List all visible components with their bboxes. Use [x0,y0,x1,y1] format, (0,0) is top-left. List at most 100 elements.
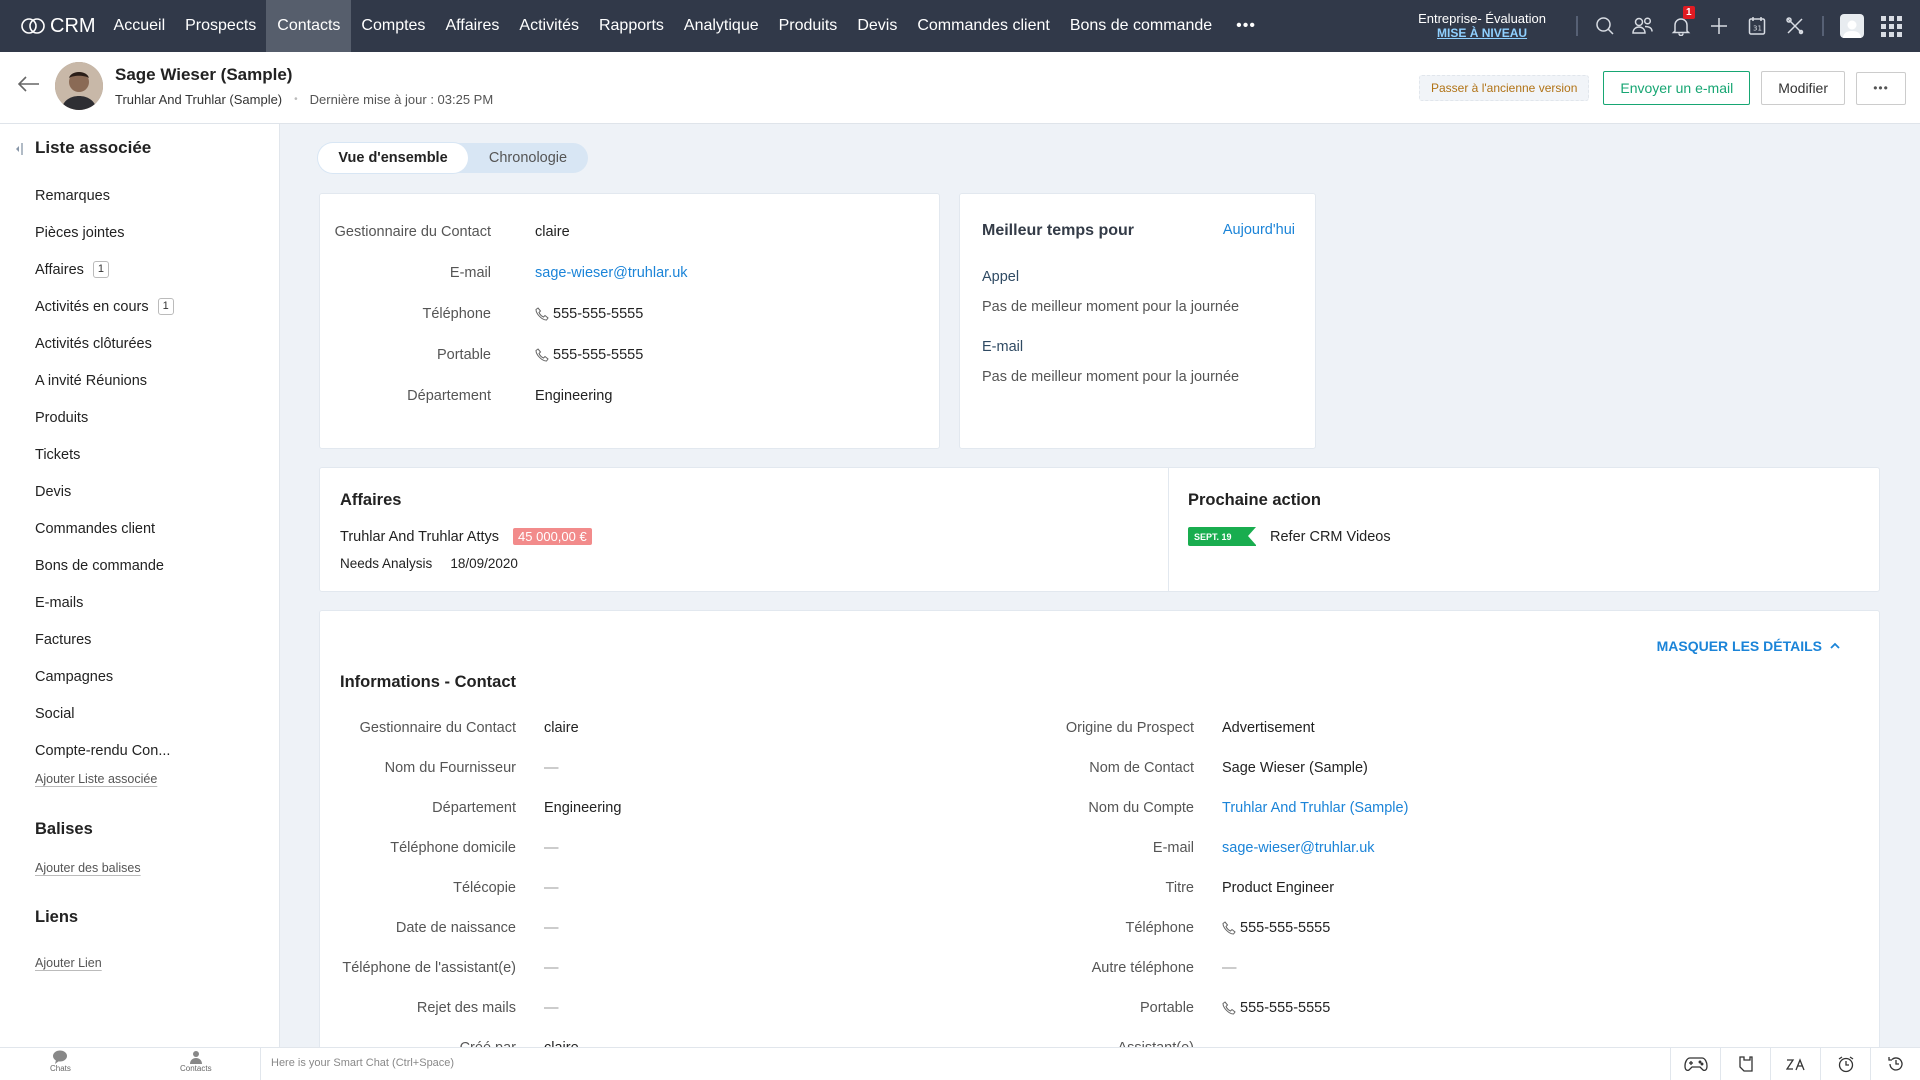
info-field: Origine du Prospect Advertisement [320,720,1315,736]
history-icon[interactable] [1870,1048,1920,1080]
account-name[interactable]: Truhlar And Truhlar (Sample) [115,92,282,107]
nav-tab-activit-s[interactable]: Activités [509,0,589,52]
sidebar-item[interactable]: Campagnes [35,658,174,695]
field-value[interactable]: sage-wieser@truhlar.uk [1222,840,1375,856]
nav-tab-bons-de-commande[interactable]: Bons de commande [1060,0,1222,52]
best-time-period-dropdown[interactable]: Aujourd'hui [1223,222,1295,238]
field-value-text[interactable]: Truhlar And Truhlar (Sample) [1222,800,1408,816]
user-avatar[interactable] [1840,14,1864,38]
sidebar-item-label: E-mails [35,594,84,611]
next-action-item[interactable]: SEPT. 19 Refer CRM Videos [1188,527,1391,546]
record-subtitle: Truhlar And Truhlar (Sample) • Dernière … [115,92,493,107]
more-modules-button[interactable]: ••• [1222,17,1270,35]
bottom-tools [1670,1048,1920,1080]
tools-icon[interactable] [1776,0,1814,52]
field-value-text: 555-555-5555 [553,347,644,363]
field-value[interactable]: 555-555-5555 [1222,1000,1330,1016]
record-title: Sage Wieser (Sample) [115,65,293,84]
sidebar-item[interactable]: Activités en cours 1 [35,288,174,325]
overview-field: Département Engineering [320,388,612,404]
field-value-text[interactable]: sage-wieser@truhlar.uk [1222,840,1375,856]
nav-tab-contacts[interactable]: Contacts [266,0,352,52]
nav-tab-commandes-client[interactable]: Commandes client [907,0,1060,52]
translate-icon[interactable] [1770,1048,1820,1080]
plus-icon[interactable] [1700,0,1738,52]
sidebar-item-label: Activités en cours [35,298,149,315]
record-header: Sage Wieser (Sample) Truhlar And Truhlar… [0,52,1920,124]
tab-timeline[interactable]: Chronologie [468,143,588,173]
phone-icon [535,307,549,321]
sidebar-item-label: Produits [35,409,89,426]
contacts-button[interactable]: Contacts [180,1050,212,1073]
contacts-icon[interactable] [1624,0,1662,52]
field-value[interactable]: Truhlar And Truhlar (Sample) [1222,800,1408,816]
field-value-text[interactable]: sage-wieser@truhlar.uk [535,265,688,281]
field-label: Téléphone [1125,920,1194,936]
add-link-link[interactable]: Ajouter Lien [35,956,102,970]
sidebar-item[interactable]: Commandes client [35,510,174,547]
switch-old-version-button[interactable]: Passer à l'ancienne version [1419,75,1590,101]
field-value[interactable]: 555-555-5555 [535,306,643,322]
nav-tab-rapports[interactable]: Rapports [589,0,674,52]
nav-tab-devis[interactable]: Devis [847,0,907,52]
deal-item[interactable]: Truhlar And Truhlar Attys 45 000,00 € [340,528,592,545]
sidebar-item[interactable]: Compte-rendu Con... [35,732,174,769]
info-field: Titre Product Engineer [320,880,1335,896]
crm-logo[interactable]: CRM [0,0,104,52]
nav-tab-analytique[interactable]: Analytique [674,0,769,52]
nav-tab-comptes[interactable]: Comptes [351,0,435,52]
upgrade-link[interactable]: MISE À NIVEAU [1418,26,1546,41]
nav-tab-produits[interactable]: Produits [769,0,848,52]
hide-details-button[interactable]: MASQUER LES DÉTAILS [1657,638,1841,654]
sidebar-item[interactable]: Factures [35,621,174,658]
sidebar-item[interactable]: Pièces jointes [35,214,174,251]
sidebar-item[interactable]: Devis [35,473,174,510]
sidebar-item[interactable]: E-mails [35,584,174,621]
gamepad-icon[interactable] [1670,1048,1720,1080]
sidebar-item[interactable]: Social [35,695,174,732]
more-actions-button[interactable]: ••• [1856,71,1906,105]
notifications-bell-icon[interactable]: 1 [1662,0,1700,52]
field-value-text: Engineering [535,388,613,404]
calendar-icon[interactable]: 31 [1738,0,1776,52]
sidebar-item-label: Remarques [35,187,110,204]
sidebar-item[interactable]: Bons de commande [35,547,174,584]
sidebar-item[interactable]: A invité Réunions [35,362,174,399]
sidebar-item[interactable]: Affaires 1 [35,251,174,288]
bottom-bar: Chats Contacts Here is your Smart Chat (… [0,1047,1920,1080]
nav-tab-accueil[interactable]: Accueil [104,0,176,52]
search-icon[interactable] [1586,0,1624,52]
call-best-time: Pas de meilleur moment pour la journée [982,299,1240,315]
smart-chat-input[interactable]: Here is your Smart Chat (Ctrl+Space) [260,1048,1680,1080]
sidebar-item[interactable]: Produits [35,399,174,436]
field-value[interactable]: 555-555-5555 [535,347,643,363]
collapse-sidebar-icon[interactable] [14,142,24,161]
field-value[interactable]: 555-555-5555 [1222,920,1330,936]
edit-button[interactable]: Modifier [1761,71,1845,105]
field-label: E-mail [449,265,491,281]
field-label: Gestionnaire du Contact [334,224,491,240]
deal-name[interactable]: Truhlar And Truhlar Attys [340,529,499,545]
nav-tab-affaires[interactable]: Affaires [435,0,509,52]
tab-overview[interactable]: Vue d'ensemble [318,143,468,173]
send-email-button[interactable]: Envoyer un e-mail [1603,71,1751,105]
deals-title: Affaires [340,491,402,509]
sidebar-item[interactable]: Activités clôturées [35,325,174,362]
sidebar-item-label: Commandes client [35,520,156,537]
edition-label: Entreprise- Évaluation [1418,11,1546,26]
chats-button[interactable]: Chats [50,1050,71,1073]
back-arrow-icon[interactable] [17,76,40,97]
field-value: — [1222,960,1237,976]
sidebar-item[interactable]: Remarques [35,177,174,214]
notes-icon[interactable] [1720,1048,1770,1080]
next-action-text[interactable]: Refer CRM Videos [1270,529,1391,545]
sidebar-item-label: Affaires [35,261,84,278]
sidebar-item[interactable]: Tickets [35,436,174,473]
apps-grid-icon[interactable] [1872,15,1910,37]
alarm-clock-icon[interactable] [1820,1048,1870,1080]
field-value[interactable]: sage-wieser@truhlar.uk [535,265,688,281]
info-field: Nom de Contact Sage Wieser (Sample) [320,760,1368,776]
add-tags-link[interactable]: Ajouter des balises [35,861,141,875]
add-related-list-link[interactable]: Ajouter Liste associée [35,772,157,786]
nav-tab-prospects[interactable]: Prospects [175,0,266,52]
